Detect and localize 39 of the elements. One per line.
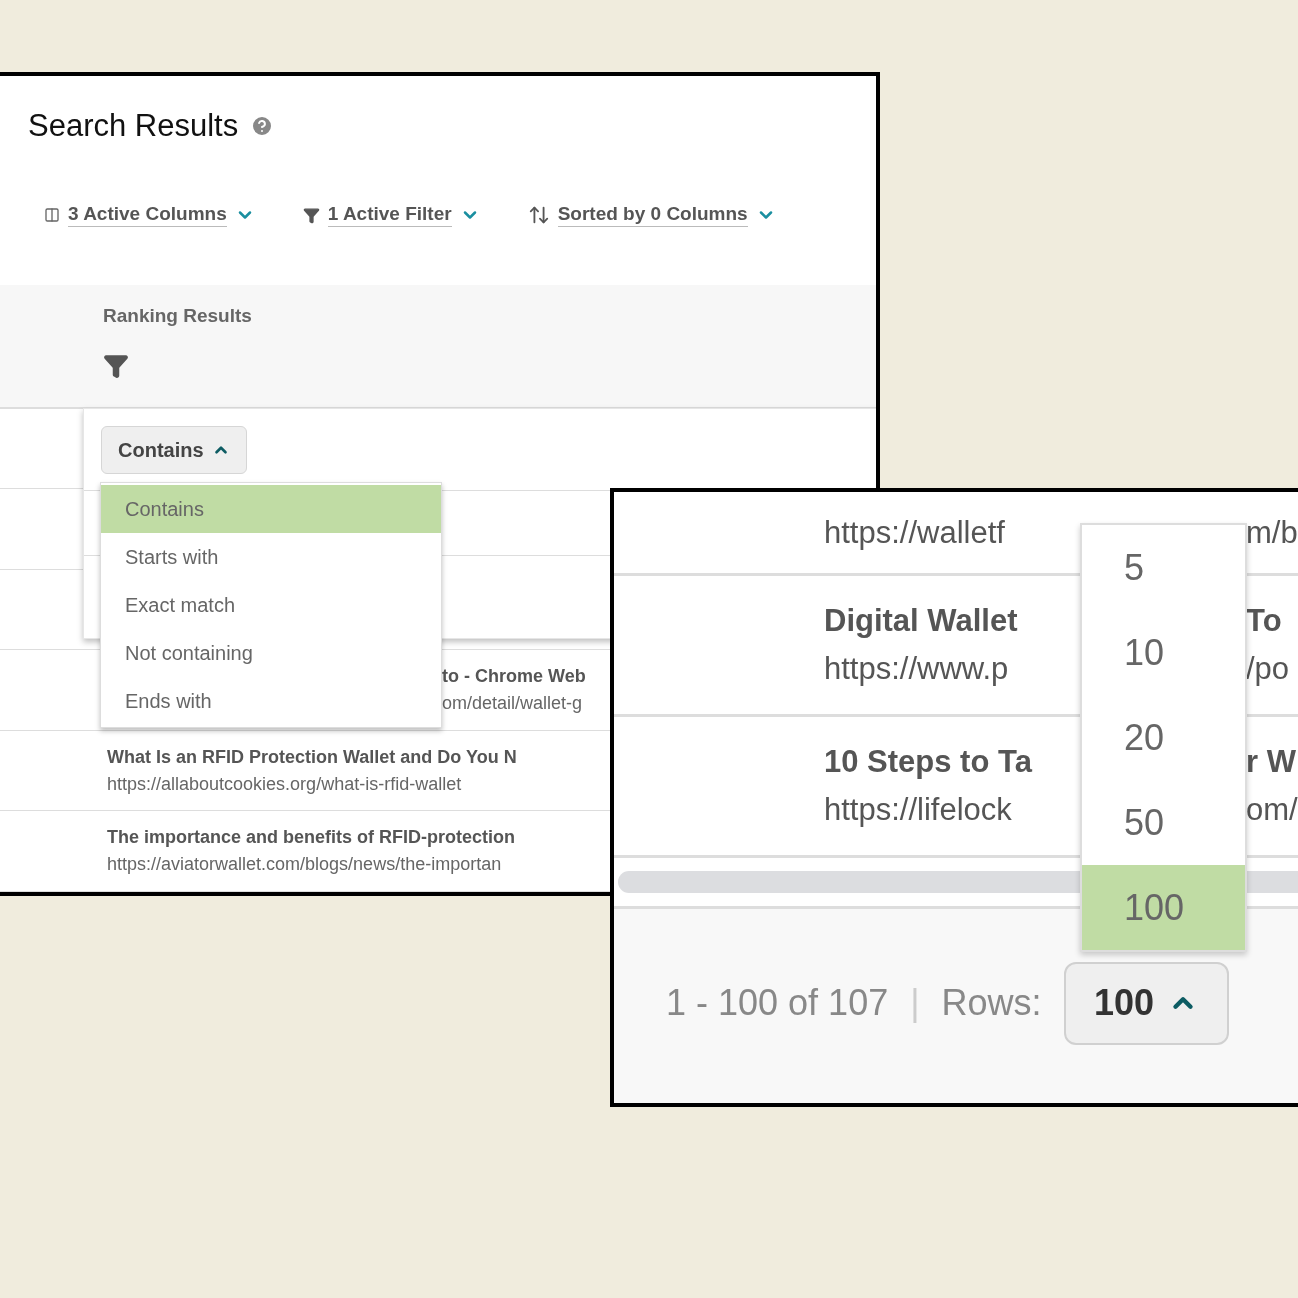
menu-option[interactable]: Contains <box>101 485 441 533</box>
result-title[interactable]: 10 Steps to Ta <box>824 744 1032 780</box>
result-url: https://walletf <box>824 514 1005 551</box>
rows-label: Rows: <box>941 982 1042 1024</box>
result-title[interactable]: to - Chrome Web <box>442 666 586 688</box>
match-type-button[interactable]: Contains <box>101 426 247 474</box>
menu-option[interactable]: 50 <box>1082 780 1245 865</box>
toolbar-dropdown[interactable]: Sorted by 0 Columns <box>557 203 748 228</box>
menu-option[interactable]: Exact match <box>101 581 441 629</box>
result-title[interactable]: r W <box>1246 744 1296 780</box>
menu-option[interactable]: Ends with <box>101 677 441 725</box>
page-range: 1 - 100 of 107 <box>666 982 889 1024</box>
result-title[interactable]: What Is an RFID Protection Wallet and Do You N <box>107 746 517 768</box>
result-title[interactable]: To <box>1246 603 1282 639</box>
result-url: om/ <box>1246 792 1298 828</box>
filter-icon <box>302 206 320 224</box>
separator: | <box>910 982 920 1024</box>
menu-option[interactable]: 10 <box>1082 610 1245 695</box>
filter-icon[interactable] <box>103 353 129 380</box>
toolbar-dropdown[interactable]: 3 Active Columns <box>68 203 227 228</box>
menu-option[interactable]: 5 <box>1082 525 1245 610</box>
rows-per-page-button[interactable]: 100 <box>1063 961 1229 1045</box>
result-title[interactable]: The importance and benefits of RFID-protection <box>107 827 515 849</box>
result-title[interactable]: Digital Wallet <box>824 603 1018 639</box>
page-title: Search Results <box>28 107 239 144</box>
result-url: https://allaboutcookies.org/what-is-rfid-wallet <box>107 773 462 795</box>
result-url: https://aviatorwallet.com/blogs/news/the-importan <box>107 854 502 876</box>
menu-option[interactable]: 100 <box>1082 865 1245 950</box>
result-url: m/b <box>1246 514 1298 551</box>
menu-option[interactable]: Not containing <box>101 629 441 677</box>
column-header: Ranking Results <box>103 305 253 328</box>
menu-option[interactable]: Starts with <box>101 533 441 581</box>
columns-icon <box>44 207 60 224</box>
result-url: https://www.p <box>824 651 1009 687</box>
result-url: /po <box>1246 651 1290 687</box>
result-url: om/detail/wallet-g <box>442 693 583 715</box>
menu-option[interactable]: 20 <box>1082 695 1245 780</box>
result-url: https://lifelock <box>824 792 1012 828</box>
toolbar-dropdown[interactable]: 1 Active Filter <box>327 203 452 228</box>
